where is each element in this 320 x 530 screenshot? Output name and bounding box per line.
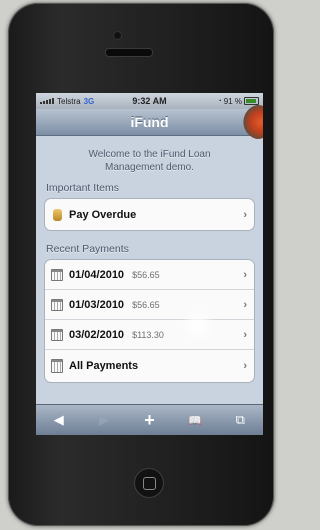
important-items-list: Pay Overdue › xyxy=(44,198,255,231)
logo-icon xyxy=(243,105,263,139)
calendar-icon xyxy=(51,298,63,311)
browser-toolbar: ◀ ▶ + 📖 ⧉ xyxy=(36,404,263,435)
battery-icon xyxy=(244,97,259,105)
list-item-all-payments[interactable]: All Payments › xyxy=(45,349,254,382)
all-payments-label: All Payments xyxy=(69,360,139,372)
recent-payments-heading: Recent Payments xyxy=(46,243,129,255)
add-bookmark-button[interactable]: + xyxy=(137,410,161,431)
earpiece-speaker xyxy=(105,48,153,57)
chevron-right-icon: › xyxy=(243,268,247,281)
main-content: Welcome to the iFund Loan Management dem… xyxy=(36,148,263,383)
welcome-line-1: Welcome to the iFund Loan xyxy=(88,149,211,160)
important-items-heading: Important Items xyxy=(46,182,119,194)
calendar-icon xyxy=(51,328,63,341)
payment-amount: $56.65 xyxy=(132,299,160,310)
list-item-payment[interactable]: 03/02/2010 $113.30 › xyxy=(45,319,254,349)
pages-button[interactable]: ⧉ xyxy=(228,412,252,428)
page-title: iFund xyxy=(130,114,169,130)
chevron-right-icon: › xyxy=(243,208,247,221)
chevron-right-icon: › xyxy=(243,360,247,372)
calendar-icon xyxy=(51,268,63,281)
calendar-stack-icon xyxy=(51,359,63,373)
welcome-text: Welcome to the iFund Loan Management dem… xyxy=(44,148,255,174)
orientation-lock-icon: ◔ xyxy=(217,97,222,105)
list-item-payment[interactable]: 01/03/2010 $56.65 › xyxy=(45,289,254,319)
forward-button[interactable]: ▶ xyxy=(92,412,116,428)
payment-date: 01/03/2010 xyxy=(69,298,125,311)
front-camera xyxy=(113,31,122,40)
battery-percent: 91 % xyxy=(223,96,242,106)
home-button[interactable] xyxy=(134,468,164,498)
payment-date: 01/04/2010 xyxy=(69,268,125,281)
payment-date: 03/02/2010 xyxy=(69,328,125,341)
bookmarks-button[interactable]: 📖 xyxy=(183,414,207,427)
recent-payments-list: 01/04/2010 $56.65 › 01/03/2010 $56.65 › … xyxy=(44,259,255,383)
chevron-right-icon: › xyxy=(243,298,247,311)
back-button[interactable]: ◀ xyxy=(47,412,71,428)
nav-bar: iFund xyxy=(36,105,263,139)
payment-amount: $56.65 xyxy=(132,269,160,280)
welcome-line-2: Management demo. xyxy=(105,162,194,173)
list-item-payment[interactable]: 01/04/2010 $56.65 › xyxy=(45,260,254,289)
pay-overdue-label: Pay Overdue xyxy=(69,208,137,221)
coin-icon xyxy=(51,208,63,221)
chevron-right-icon: › xyxy=(243,328,247,341)
list-item-pay-overdue[interactable]: Pay Overdue › xyxy=(45,199,254,230)
payment-amount: $113.30 xyxy=(132,329,164,340)
status-bar: Telstra 3G 9:32 AM ◔ 91 % xyxy=(36,93,263,109)
phone-screen: Telstra 3G 9:32 AM ◔ 91 % iFund Welcome … xyxy=(36,93,263,435)
